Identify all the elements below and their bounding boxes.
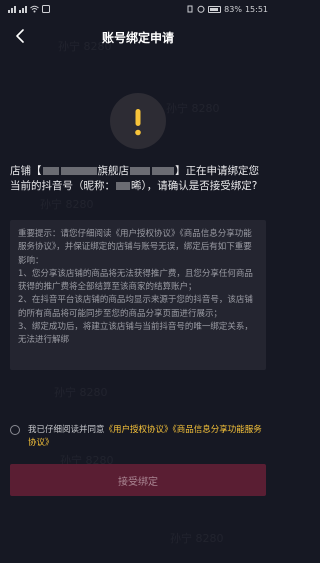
watermark: 孙宁 8280 <box>54 386 108 399</box>
wifi-icon <box>30 5 39 13</box>
agree-checkbox[interactable] <box>10 425 20 435</box>
user-authorization-link[interactable]: 《用户授权协议》 <box>105 425 173 435</box>
accept-binding-button[interactable]: 接受绑定 <box>10 464 266 496</box>
store-label: 店铺【 <box>10 165 42 177</box>
notice-item: 3、绑定成功后，将建立该店铺与当前抖音号的唯一绑定关系，无法进行解绑 <box>18 322 253 346</box>
alarm-icon <box>197 5 205 13</box>
vibrate-icon <box>187 5 193 13</box>
status-left <box>8 5 50 13</box>
notice-item: 2、在抖音平台该店铺的商品均显示来源于您的抖音号，该店铺的所有商品将可能同步至您… <box>18 295 253 319</box>
notice-intro: 重要提示：请您仔细阅读《用户授权协议》《商品信息分享功能服务协议》，并保证绑定的… <box>18 229 252 266</box>
chevron-left-icon <box>16 29 24 43</box>
battery-percent: 83% <box>224 4 242 14</box>
signal-icon <box>8 5 16 13</box>
nav-bar: 账号绑定申请 <box>0 22 276 52</box>
nickname-tail: 晞 <box>131 180 142 192</box>
redacted-nickname <box>116 182 130 190</box>
confirm-question: ），请确认是否接受绑定? <box>141 180 258 192</box>
redacted-store-name <box>152 167 174 175</box>
watermark: 孙宁 8280 <box>166 102 220 115</box>
agreement-text: 我已仔细阅读并同意《用户授权协议》《商品信息分享功能服务协议》 <box>28 424 266 450</box>
signal-icon <box>19 5 27 13</box>
page-title: 账号绑定申请 <box>101 30 174 45</box>
notice-item: 1、您分享该店铺的商品将无法获得推广费，且您分享任何商品获得的推广费将全部结算至… <box>18 268 253 293</box>
notice-box: 重要提示：请您仔细阅读《用户授权协议》《商品信息分享功能服务协议》，并保证绑定的… <box>10 220 266 370</box>
notification-icon <box>42 5 50 13</box>
redacted-store-name <box>130 167 150 175</box>
watermark: 孙宁 8280 <box>40 198 94 211</box>
redacted-store-name <box>42 167 59 175</box>
agreement-prefix: 我已仔细阅读并同意 <box>28 425 105 435</box>
store-type: 旗舰店 <box>97 165 130 177</box>
clock: 15:51 <box>244 4 268 14</box>
watermark: 孙宁 8280 <box>170 532 224 545</box>
back-button[interactable] <box>10 26 30 46</box>
binding-message: 店铺【 旗舰店 】正在申请绑定您当前的抖音号（昵称： 晞），请确认是否接受绑定? <box>10 164 266 194</box>
battery-icon <box>208 5 222 13</box>
status-bar: 83% 15:51 <box>0 0 276 18</box>
warning-icon <box>110 93 166 149</box>
status-right: 83% 15:51 <box>186 5 268 14</box>
agreement-row: 我已仔细阅读并同意《用户授权协议》《商品信息分享功能服务协议》 <box>10 424 266 450</box>
redacted-store-name <box>60 167 97 175</box>
